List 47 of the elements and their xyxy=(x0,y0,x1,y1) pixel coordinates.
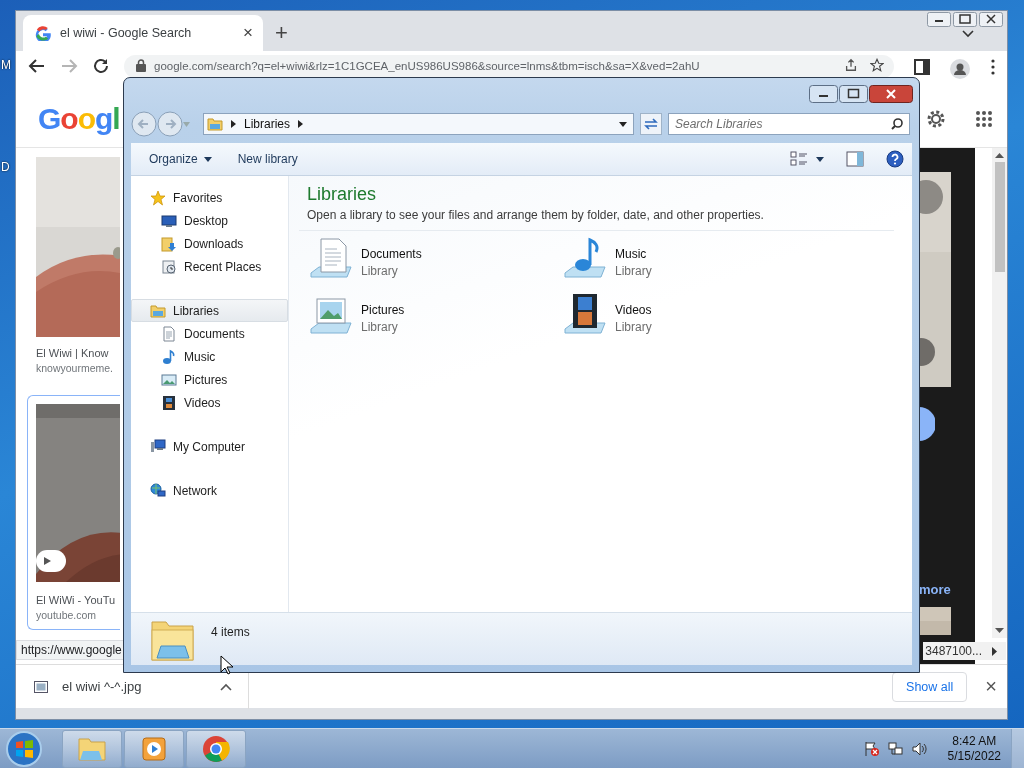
address-text: google.com/search?q=el+wiwi&rlz=1C1GCEA_enUS986US986&source=lnms&tbm=isch&sa=X&ved=2ahU xyxy=(154,60,701,72)
status-text: 3487100... xyxy=(925,644,982,658)
nav-item[interactable]: Documents xyxy=(131,322,288,345)
nav-item[interactable]: Pictures xyxy=(131,368,288,391)
organize-menu-button[interactable]: Organize xyxy=(141,148,220,170)
toolbar-button[interactable]: New library xyxy=(229,148,306,170)
nav-item[interactable]: Network xyxy=(131,479,288,502)
search-field[interactable]: Search Libraries xyxy=(668,113,910,135)
new-tab-button[interactable]: + xyxy=(275,23,288,43)
tab-title: el wiwi - Google Search xyxy=(60,26,193,40)
address-bar[interactable]: google.com/search?q=el+wiwi&rlz=1C1GCEA_enUS986US986&source=lnms&tbm=isch&sa=X&ved=2ahU xyxy=(124,55,894,78)
library-type: Library xyxy=(615,320,652,334)
nav-item[interactable]: Favorites xyxy=(131,186,288,209)
item-count: 4 items xyxy=(211,625,250,639)
library-heading: Libraries xyxy=(307,184,378,205)
result-title[interactable]: El WiWi - YouTu xyxy=(36,594,116,606)
nav-item[interactable]: Videos xyxy=(131,391,288,414)
more-link[interactable]: more xyxy=(919,582,951,597)
show-all-button[interactable]: Show all xyxy=(892,671,968,702)
library-type: Library xyxy=(361,320,399,334)
nav-item[interactable]: Recent Places xyxy=(131,255,288,278)
google-logo: Googl xyxy=(38,102,120,136)
library-description: Open a library to see your files and arrange them by folder, date, and other properties. xyxy=(307,208,765,222)
library-type: Library xyxy=(615,264,652,278)
library-name[interactable]: Music xyxy=(615,247,652,261)
clock[interactable]: 8:42 AM 5/15/2022 xyxy=(947,733,1001,764)
library-type: Library xyxy=(361,264,399,278)
tab-close-button[interactable]: × xyxy=(243,25,253,41)
library-name[interactable]: Documents xyxy=(361,247,422,261)
library-name[interactable]: Videos xyxy=(615,303,652,317)
library-name[interactable]: Pictures xyxy=(361,303,405,317)
nav-item[interactable]: Music xyxy=(131,345,288,368)
desktop-icon-label: D xyxy=(1,160,11,174)
breadcrumb-item[interactable]: Libraries xyxy=(244,117,291,131)
nav-item[interactable]: Downloads xyxy=(131,232,288,255)
close-download-bar-button[interactable]: × xyxy=(985,675,997,698)
download-filename: el wiwi ^-^.jpg xyxy=(62,679,143,694)
result-source: knowyourmeme. xyxy=(36,362,114,374)
result-source: youtube.com xyxy=(36,609,97,621)
address-bar[interactable]: Libraries xyxy=(203,113,634,135)
browser-tab[interactable]: el wiwi - Google Search × xyxy=(23,15,263,51)
nav-item[interactable]: Libraries xyxy=(131,299,288,322)
nav-item[interactable]: My Computer xyxy=(131,435,288,458)
result-card[interactable]: El WiWi - YouTu youtube.com xyxy=(27,395,120,630)
desktop-icon-label: M xyxy=(1,58,11,72)
nav-item[interactable]: Desktop xyxy=(131,209,288,232)
result-title[interactable]: El Wiwi | Know xyxy=(36,347,109,359)
